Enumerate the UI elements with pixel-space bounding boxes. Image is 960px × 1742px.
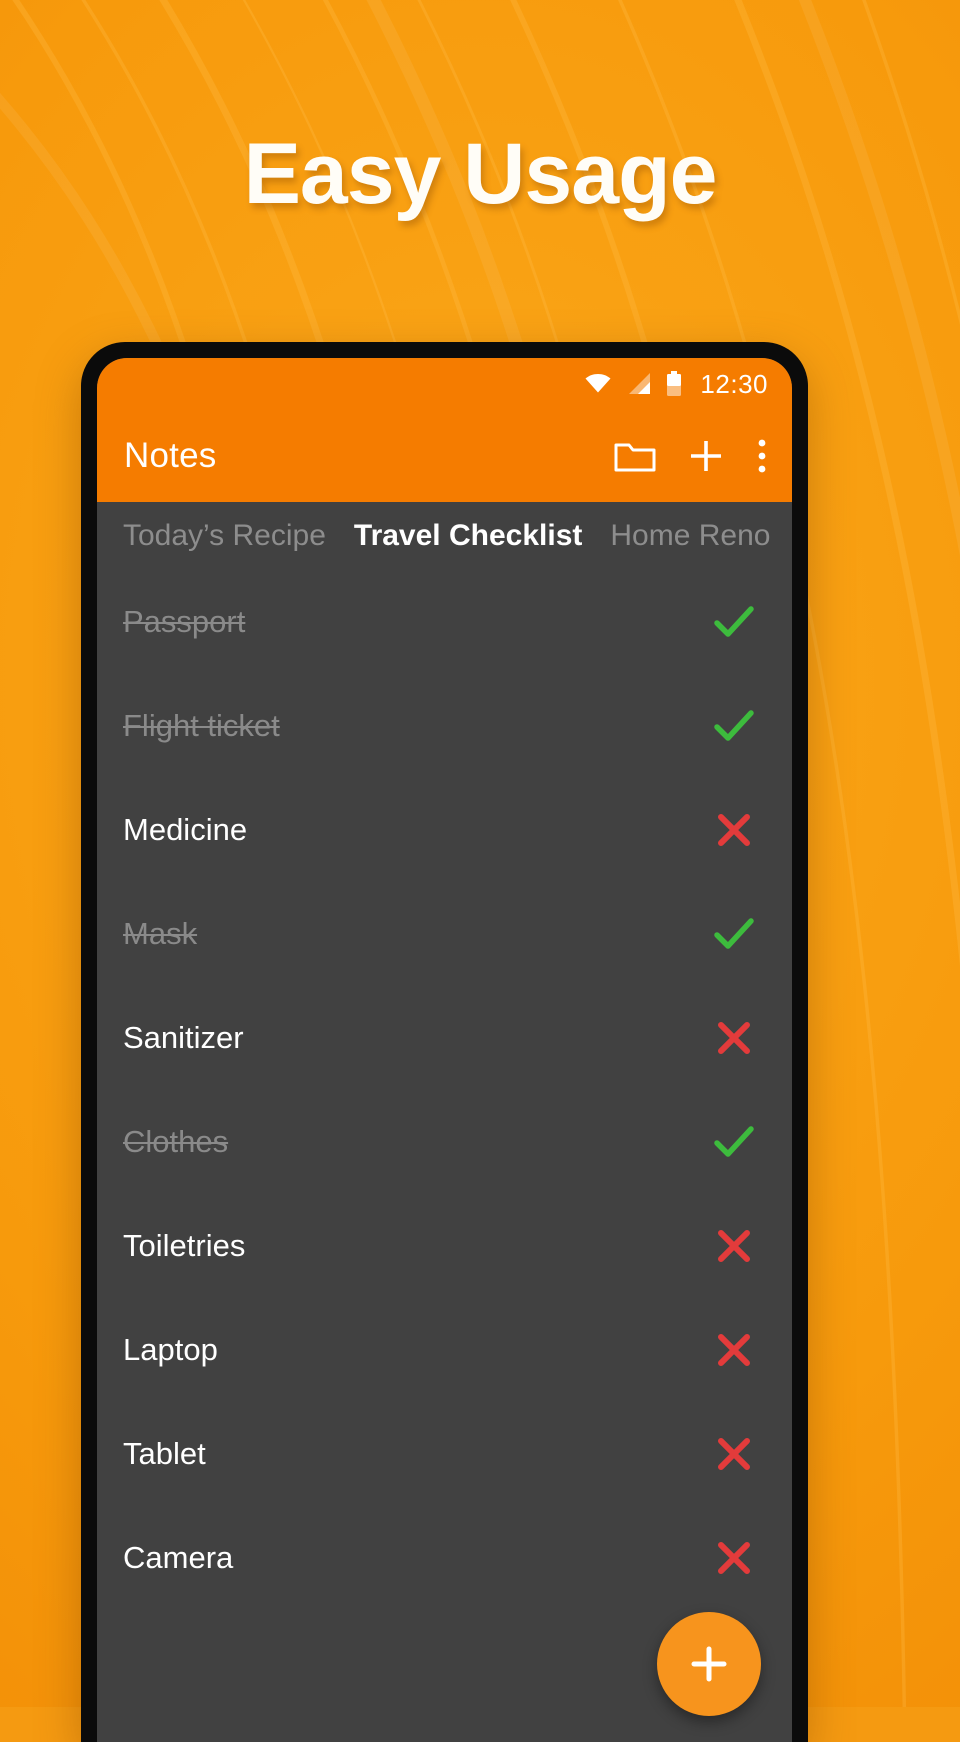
list-item[interactable]: Toiletries bbox=[97, 1194, 792, 1298]
cross-icon[interactable] bbox=[712, 1016, 756, 1060]
list-item-label: Medicine bbox=[123, 812, 248, 847]
list-item-label: Tablet bbox=[123, 1436, 206, 1471]
list-item-label: Camera bbox=[123, 1540, 234, 1575]
check-icon[interactable] bbox=[712, 912, 756, 956]
list-item-label: Laptop bbox=[123, 1332, 218, 1367]
cross-icon[interactable] bbox=[712, 808, 756, 852]
check-icon[interactable] bbox=[712, 600, 756, 644]
list-item-label: Sanitizer bbox=[123, 1020, 244, 1055]
check-icon[interactable] bbox=[712, 1120, 756, 1164]
add-note-fab[interactable] bbox=[657, 1612, 761, 1716]
list-item[interactable]: Mask bbox=[97, 882, 792, 986]
list-item-label: Clothes bbox=[123, 1124, 229, 1159]
phone-mockup: 12:30 Notes Today’s Recipe Travel Checkl… bbox=[81, 342, 808, 1742]
checklist: Passport Flight ticket Medicine Mask San… bbox=[97, 570, 792, 1610]
list-item-label: Toiletries bbox=[123, 1228, 246, 1263]
wifi-icon bbox=[584, 373, 612, 395]
list-item-label: Mask bbox=[123, 916, 198, 951]
tab-bar: Today’s Recipe Travel Checklist Home Ren… bbox=[97, 502, 792, 570]
cross-icon[interactable] bbox=[712, 1536, 756, 1580]
battery-icon bbox=[666, 371, 682, 397]
tab-todays-recipe[interactable]: Today’s Recipe bbox=[123, 519, 326, 553]
list-item[interactable]: Laptop bbox=[97, 1298, 792, 1402]
add-icon[interactable] bbox=[686, 436, 726, 476]
cell-signal-icon bbox=[626, 372, 652, 396]
tab-home-reno[interactable]: Home Reno bbox=[610, 519, 770, 553]
list-item[interactable]: Tablet bbox=[97, 1402, 792, 1506]
plus-icon bbox=[691, 1646, 727, 1682]
list-item-label: Passport bbox=[123, 604, 246, 639]
list-item-label: Flight ticket bbox=[123, 708, 280, 743]
overflow-menu-icon[interactable] bbox=[756, 436, 768, 476]
phone-screen: 12:30 Notes Today’s Recipe Travel Checkl… bbox=[97, 358, 792, 1742]
app-bar: Notes bbox=[97, 410, 792, 502]
list-item[interactable]: Clothes bbox=[97, 1090, 792, 1194]
tab-travel-checklist[interactable]: Travel Checklist bbox=[354, 519, 582, 553]
list-item[interactable]: Flight ticket bbox=[97, 674, 792, 778]
promo-headline: Easy Usage bbox=[243, 126, 718, 222]
list-item[interactable]: Camera bbox=[97, 1506, 792, 1610]
cross-icon[interactable] bbox=[712, 1432, 756, 1476]
status-bar: 12:30 bbox=[97, 358, 792, 410]
app-title: Notes bbox=[124, 436, 217, 475]
check-icon[interactable] bbox=[712, 704, 756, 748]
folder-icon[interactable] bbox=[614, 439, 656, 473]
cross-icon[interactable] bbox=[712, 1224, 756, 1268]
list-item[interactable]: Sanitizer bbox=[97, 986, 792, 1090]
list-item[interactable]: Passport bbox=[97, 570, 792, 674]
status-bar-clock: 12:30 bbox=[700, 368, 768, 399]
list-item[interactable]: Medicine bbox=[97, 778, 792, 882]
cross-icon[interactable] bbox=[712, 1328, 756, 1372]
app-bar-actions bbox=[614, 436, 768, 476]
